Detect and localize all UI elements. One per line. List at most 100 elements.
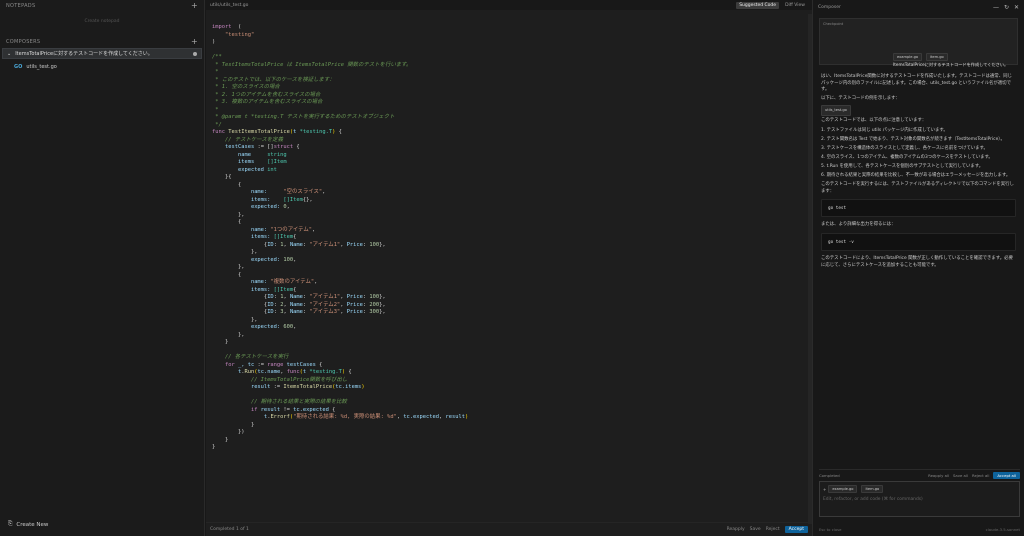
- code-line: expected: 0,: [212, 204, 290, 210]
- code-line: // 各テストケースを実行: [212, 354, 289, 360]
- code-line: }: [212, 436, 229, 443]
- code-line: *: [212, 69, 219, 75]
- code-line: import (: [212, 24, 242, 30]
- context-chip[interactable]: example.go: [893, 53, 923, 61]
- code-line: expected int: [212, 166, 277, 173]
- go-file-icon: GO: [14, 63, 23, 70]
- code-line: *: [212, 106, 219, 113]
- reject-all-button[interactable]: Reject all: [972, 473, 989, 478]
- history-icon[interactable]: ↻: [1004, 4, 1009, 11]
- answer-point: 1. テストファイルは同じ utils パッケージ内に作成しています。: [821, 127, 948, 133]
- composers-header: COMPOSERS +: [0, 36, 204, 48]
- reapply-button[interactable]: Reapply: [727, 527, 745, 532]
- composer-title: ItemsTotalPriceに対するテストコードを作成してください。: [15, 51, 153, 57]
- context-chip[interactable]: item.go: [861, 485, 884, 493]
- code-content[interactable]: import ( "testing") /** * TestItemsTotal…: [206, 10, 812, 452]
- close-icon[interactable]: ✕: [1014, 4, 1019, 11]
- tab-diff-view[interactable]: Diff View: [782, 2, 808, 9]
- code-line: },: [212, 331, 245, 338]
- code-line: name: "複数のアイテム",: [212, 279, 318, 285]
- notepads-label: NOTEPADS: [6, 3, 36, 9]
- tab-suggested-code[interactable]: Suggested Code: [736, 1, 780, 9]
- footer-status: Completed 1 of 1: [210, 527, 249, 532]
- answer-point: 5. t.Run を使用して、各テストケースを個別のサブテストとして実行していま…: [821, 163, 984, 169]
- answer-point: 3. テストケースを構造体のスライスとして定義し、各ケースに名前をつけています。: [821, 145, 988, 151]
- code-line: }: [212, 444, 216, 450]
- answer-point: 4. 空のスライス、1つのアイテム、複数のアイテムの3つのケースをテストしていま…: [821, 154, 993, 160]
- accept-button[interactable]: Accept: [784, 526, 808, 533]
- code-line: func TestItemsTotalPrice(t *testing.T) {: [212, 129, 342, 135]
- composer-title: Composer: [818, 4, 841, 10]
- code-line: }: [212, 339, 229, 345]
- answer-intro: はい、ItemsTotalPrice関数に対するテストコードを作成いたします。テ…: [821, 74, 1012, 93]
- composer-file-item[interactable]: GO utils_test.go: [0, 61, 204, 72]
- code-line: name: "1つのアイテム",: [212, 226, 316, 233]
- user-message: ItemsTotalPriceに対するテストコードを作成してください。: [893, 62, 1009, 67]
- command-code-block[interactable]: go test: [821, 199, 1016, 218]
- add-notepad-icon[interactable]: +: [191, 2, 198, 10]
- context-chip[interactable]: item.go: [926, 53, 948, 61]
- code-line: }{: [212, 174, 232, 180]
- code-line: items []Item: [212, 159, 287, 165]
- code-line: }): [212, 429, 245, 435]
- code-line: // 期待される結果と実際の結果を比較: [212, 399, 347, 405]
- answer-point: 2. テスト関数名は Test で始まり、テスト対象の関数名が続きます（Test…: [821, 136, 1005, 142]
- add-composer-icon[interactable]: +: [191, 38, 198, 46]
- code-line: * 2. 1つのアイテムを含むスライスの場合: [212, 91, 321, 98]
- status-dot-icon: [193, 51, 197, 56]
- completed-label: Completed: [819, 472, 840, 478]
- editor-tabbar: utils/utils_test.go Suggested Code Diff …: [206, 0, 812, 10]
- file-path: utils/utils_test.go: [210, 2, 249, 8]
- accept-all-button[interactable]: Accept all: [993, 471, 1020, 479]
- minimize-icon[interactable]: —: [993, 4, 999, 11]
- composers-label: COMPOSERS: [6, 39, 41, 45]
- code-line: for _, tc := range testCases {: [212, 361, 323, 368]
- save-button[interactable]: Save: [750, 527, 761, 532]
- code-line: {: [212, 219, 242, 225]
- esc-hint: Esc to close: [819, 527, 842, 532]
- answer-closing: このテストコードにより、ItemsTotalPrice 関数が正しく動作している…: [821, 255, 1013, 268]
- create-notepad-link[interactable]: Create notepad: [0, 19, 204, 24]
- code-file-chip[interactable]: utils_test.go: [821, 105, 851, 116]
- context-chip[interactable]: example.go: [828, 485, 858, 493]
- composer-input[interactable]: + example.go item.go Edit, refactor, or …: [819, 481, 1020, 517]
- reapply-all-button[interactable]: Reapply all: [928, 473, 949, 478]
- code-line: {ID: 3, Name: "アイテム3", Price: 300},: [212, 309, 386, 315]
- composer-header: Composer — ↻ ✕: [813, 0, 1024, 14]
- code-line: if result != tc.expected {: [212, 406, 336, 413]
- assistant-answer: はい、ItemsTotalPrice関数に対するテストコードを作成いたします。テ…: [813, 65, 1024, 269]
- code-line: * 1. 空のスライスの場合: [212, 84, 280, 90]
- add-context-icon[interactable]: +: [823, 487, 826, 492]
- create-new-button[interactable]: ⎘ Create New: [8, 521, 48, 528]
- code-line: result := ItemsTotalPrice(tc.items): [212, 384, 365, 390]
- save-all-button[interactable]: Save all: [953, 473, 968, 478]
- code-line: items: []Item{: [212, 234, 297, 240]
- create-new-label: Create New: [16, 521, 49, 528]
- code-line: "testing": [224, 31, 255, 38]
- code-line: {: [212, 271, 242, 278]
- composer-item[interactable]: ⌄ ItemsTotalPriceに対するテストコードを作成してください。: [2, 48, 202, 59]
- code-line: name: "空のスライス",: [212, 189, 326, 195]
- code-line: {: [212, 181, 242, 188]
- code-line: expected: 600,: [212, 324, 297, 330]
- reject-button[interactable]: Reject: [766, 527, 780, 532]
- code-line: t.Errorf("期待される結果: %d, 実際の結果: %d", tc.ex…: [212, 414, 469, 420]
- answer-example-label: 以下に、テストコードの例を示します：: [821, 96, 900, 102]
- code-line: name string: [212, 151, 287, 158]
- answer-point: 6. 期待される結果と実際の結果を比較し、不一致がある場合はエラーメッセージを出…: [821, 173, 1011, 179]
- code-line: testCases := []struct {: [212, 144, 300, 150]
- composer-footer: Esc to close claude-3.5-sonnet: [819, 527, 1020, 532]
- code-line: // テストケースを定義: [212, 136, 283, 143]
- input-placeholder: Edit, refactor, or add code (⌘ for comma…: [823, 497, 923, 502]
- model-selector[interactable]: claude-3.5-sonnet: [986, 527, 1020, 532]
- chevron-down-icon: ⌄: [7, 50, 12, 57]
- code-editor[interactable]: utils/utils_test.go Suggested Code Diff …: [206, 0, 812, 536]
- command-code-block[interactable]: go test -v: [821, 232, 1016, 251]
- cases-intro: このテストコードでは、以下の点に注意しています：: [821, 118, 927, 124]
- code-line: * @param t *testing.T テストを実行するためのテストオブジェ…: [212, 114, 395, 120]
- code-line: },: [212, 316, 258, 323]
- code-line: },: [212, 211, 245, 218]
- code-line: {ID: 2, Name: "アイテム2", Price: 200},: [212, 301, 386, 308]
- left-sidebar: NOTEPADS + Create notepad COMPOSERS + ⌄ …: [0, 0, 205, 536]
